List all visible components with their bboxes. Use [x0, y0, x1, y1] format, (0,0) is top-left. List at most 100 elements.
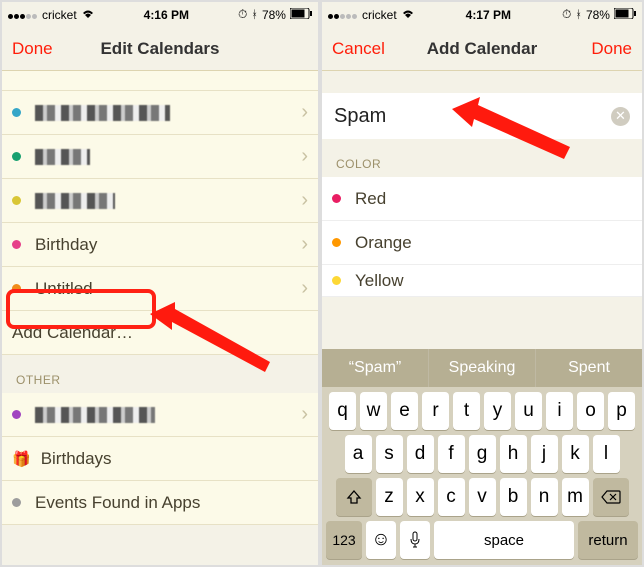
key-e[interactable]: e: [391, 392, 418, 430]
gift-icon: 🎁: [12, 450, 31, 468]
nav-title: Edit Calendars: [100, 39, 219, 59]
nav-bar: Cancel Add Calendar Done: [322, 27, 642, 71]
chevron-right-icon: ›: [301, 403, 308, 426]
status-bar: cricket 4:17 PM ⏱ ᚼ 78%: [322, 2, 642, 27]
done-button[interactable]: Done: [12, 39, 66, 59]
prediction-3[interactable]: Spent: [536, 349, 642, 387]
key-u[interactable]: u: [515, 392, 542, 430]
carrier-label: cricket: [42, 8, 77, 22]
redacted-label: [35, 407, 155, 423]
color-dot-icon: [332, 276, 341, 285]
key-k[interactable]: k: [562, 435, 589, 473]
chevron-right-icon: ›: [301, 189, 308, 212]
key-l[interactable]: l: [593, 435, 620, 473]
color-dot-icon: [12, 498, 21, 507]
key-n[interactable]: n: [531, 478, 558, 516]
key-z[interactable]: z: [376, 478, 403, 516]
key-j[interactable]: j: [531, 435, 558, 473]
battery-pct: 78%: [262, 8, 286, 22]
calendar-row[interactable]: ›: [2, 135, 318, 179]
key-h[interactable]: h: [500, 435, 527, 473]
key-r[interactable]: r: [422, 392, 449, 430]
backspace-key[interactable]: [593, 478, 629, 516]
color-dot-icon: [332, 194, 341, 203]
input-value: Spam: [334, 105, 386, 128]
key-f[interactable]: f: [438, 435, 465, 473]
chevron-right-icon: ›: [301, 277, 308, 300]
cancel-button[interactable]: Cancel: [332, 39, 386, 59]
color-dot-icon: [12, 108, 21, 117]
calendar-row-untitled[interactable]: Untitled ›: [2, 267, 318, 311]
signal-dots-icon: [8, 8, 38, 22]
events-in-apps-row[interactable]: Events Found in Apps: [2, 481, 318, 525]
color-dot-icon: [332, 238, 341, 247]
prediction-2[interactable]: Speaking: [429, 349, 536, 387]
bluetooth-icon: ᚼ: [251, 9, 258, 21]
key-m[interactable]: m: [562, 478, 589, 516]
calendar-row-birthday[interactable]: Birthday ›: [2, 223, 318, 267]
section-header-color: COLOR: [322, 139, 642, 177]
edit-calendars-screen: cricket 4:16 PM ⏱ ᚼ 78% Done Edit Calend…: [0, 0, 320, 567]
calendar-row[interactable]: ›: [2, 179, 318, 223]
key-g[interactable]: g: [469, 435, 496, 473]
space-key[interactable]: space: [434, 521, 574, 559]
battery-pct: 78%: [586, 8, 610, 22]
calendar-label: Untitled: [35, 279, 93, 299]
calendar-label: Events Found in Apps: [35, 493, 200, 513]
key-i[interactable]: i: [546, 392, 573, 430]
key-v[interactable]: v: [469, 478, 496, 516]
color-row-red[interactable]: Red: [322, 177, 642, 221]
calendar-row[interactable]: ›: [2, 393, 318, 437]
color-label: Red: [355, 189, 386, 209]
key-a[interactable]: a: [345, 435, 372, 473]
key-y[interactable]: y: [484, 392, 511, 430]
keyboard: “Spam” Speaking Spent q w e r t y u i o …: [322, 349, 642, 565]
key-w[interactable]: w: [360, 392, 387, 430]
color-row-orange[interactable]: Orange: [322, 221, 642, 265]
row-partial: [2, 71, 318, 91]
key-s[interactable]: s: [376, 435, 403, 473]
battery-icon: [290, 8, 312, 22]
key-o[interactable]: o: [577, 392, 604, 430]
key-q[interactable]: q: [329, 392, 356, 430]
key-x[interactable]: x: [407, 478, 434, 516]
calendar-label: Birthday: [35, 235, 97, 255]
nav-title: Add Calendar: [427, 39, 538, 59]
clock: 4:16 PM: [144, 8, 189, 22]
key-d[interactable]: d: [407, 435, 434, 473]
calendar-row[interactable]: ›: [2, 91, 318, 135]
redacted-label: [35, 105, 170, 121]
emoji-key[interactable]: ☺: [366, 521, 396, 559]
key-t[interactable]: t: [453, 392, 480, 430]
calendar-name-input[interactable]: Spam ✕: [322, 93, 642, 139]
color-dot-icon: [12, 410, 21, 419]
calendar-label: Birthdays: [41, 449, 112, 469]
numbers-key[interactable]: 123: [326, 521, 362, 559]
prediction-1[interactable]: “Spam”: [322, 349, 429, 387]
shift-key[interactable]: [336, 478, 372, 516]
done-button[interactable]: Done: [578, 39, 632, 59]
status-bar: cricket 4:16 PM ⏱ ᚼ 78%: [2, 2, 318, 27]
calendar-list: › › › Birthday › Untitled › Add Calendar…: [2, 71, 318, 525]
color-dot-icon: [12, 196, 21, 205]
alarm-icon: ⏱: [562, 7, 571, 22]
redacted-label: [35, 149, 90, 165]
key-c[interactable]: c: [438, 478, 465, 516]
return-key[interactable]: return: [578, 521, 638, 559]
birthdays-row[interactable]: 🎁 Birthdays: [2, 437, 318, 481]
add-calendar-row[interactable]: Add Calendar…: [2, 311, 318, 355]
color-label: Yellow: [355, 271, 404, 291]
color-dot-icon: [12, 284, 21, 293]
mic-key[interactable]: [400, 521, 430, 559]
prediction-bar: “Spam” Speaking Spent: [322, 349, 642, 387]
clock: 4:17 PM: [466, 8, 511, 22]
color-label: Orange: [355, 233, 412, 253]
color-row-yellow[interactable]: Yellow: [322, 265, 642, 297]
key-p[interactable]: p: [608, 392, 635, 430]
key-b[interactable]: b: [500, 478, 527, 516]
signal-dots-icon: [328, 8, 358, 22]
chevron-right-icon: ›: [301, 145, 308, 168]
clear-icon[interactable]: ✕: [611, 107, 630, 126]
battery-icon: [614, 8, 636, 22]
bluetooth-icon: ᚼ: [575, 9, 582, 21]
